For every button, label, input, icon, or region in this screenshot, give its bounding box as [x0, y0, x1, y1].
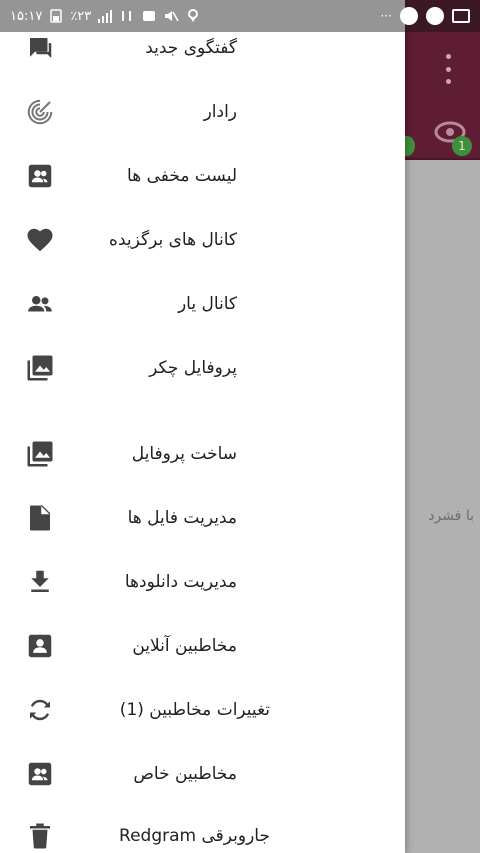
- app-notification-icon: [400, 7, 418, 25]
- status-left: ۱۵:۱۷ ٪۲۳: [10, 9, 201, 24]
- menu-item-profile-checker[interactable]: پروفایل چکر: [0, 336, 405, 400]
- hint-text: با فشرد: [428, 508, 474, 524]
- unread-badge: 1: [452, 136, 472, 156]
- file-icon: [24, 502, 56, 534]
- menu-item-channel-helper[interactable]: کانال یار: [0, 272, 405, 336]
- menu-item-label: تغییرات مخاطبین (1): [119, 700, 270, 720]
- clock: ۱۵:۱۷: [10, 8, 43, 24]
- menu-item-label: مدیریت دانلودها: [124, 572, 237, 592]
- contact-card-icon: [24, 630, 56, 662]
- location-icon: [188, 9, 199, 22]
- menu-item-file-management[interactable]: مدیریت فایل ها: [0, 486, 405, 550]
- battery-level: ٪۲۳: [70, 8, 92, 24]
- signal-icon: [98, 10, 113, 23]
- menu-item-label: گفتگوی جدید: [145, 38, 237, 58]
- menu-item-contact-changes[interactable]: تغییرات مخاطبین (1): [0, 678, 405, 742]
- overflow-menu-icon[interactable]: [440, 54, 456, 84]
- radar-icon: [24, 96, 56, 128]
- menu-item-hidden-list[interactable]: لیست مخفی ها: [0, 144, 405, 208]
- menu-item-label: کانال یار: [177, 294, 237, 314]
- more-notifications-icon: ···: [380, 9, 392, 23]
- battery-icon: [50, 9, 63, 23]
- menu-item-online-contacts[interactable]: مخاطبین آنلاین: [0, 614, 405, 678]
- data-icon: [122, 11, 132, 21]
- menu-item-redgram-cleaner[interactable]: جاروبرقی Redgram: [0, 804, 405, 853]
- contact-box-icon: [24, 160, 56, 192]
- contact-box-icon: [24, 758, 56, 790]
- menu-item-label: کانال های برگزیده: [109, 230, 237, 250]
- trash-icon: [24, 820, 56, 852]
- menu-item-download-management[interactable]: مدیریت دانلودها: [0, 550, 405, 614]
- telegram-notification-icon: [426, 7, 444, 25]
- group-icon: [24, 288, 56, 320]
- menu-item-label: ساخت پروفایل: [131, 444, 237, 464]
- mute-icon: [165, 11, 179, 22]
- sync-icon: [24, 694, 56, 726]
- alarm-icon: [143, 11, 156, 21]
- menu-item-label: مدیریت فایل ها: [127, 508, 237, 528]
- menu-item-label: رادار: [203, 102, 237, 122]
- download-icon: [24, 566, 56, 598]
- photo-library-icon: [24, 438, 56, 470]
- status-bar: ۱۵:۱۷ ٪۲۳ ···: [0, 0, 480, 32]
- menu-item-label: جاروبرقی Redgram: [119, 826, 270, 846]
- menu-item-label: مخاطبین خاص: [133, 764, 237, 784]
- image-notification-icon: [452, 9, 470, 23]
- menu-item-favorite-channels[interactable]: کانال های برگزیده: [0, 208, 405, 272]
- menu-item-label: مخاطبین آنلاین: [132, 636, 237, 656]
- photo-library-icon: [24, 352, 56, 384]
- menu-item-radar[interactable]: رادار: [0, 80, 405, 144]
- status-right: ···: [381, 7, 470, 25]
- heart-icon: [24, 224, 56, 256]
- menu-item-special-contacts[interactable]: مخاطبین خاص: [0, 742, 405, 806]
- tab-indicator: [405, 158, 480, 160]
- menu-item-label: لیست مخفی ها: [127, 166, 237, 186]
- chat-icon: [24, 32, 56, 64]
- menu-item-create-profile[interactable]: ساخت پروفایل: [0, 422, 405, 486]
- navigation-drawer: گفتگوی جدید رادار لیست مخفی ها کانال های…: [0, 0, 405, 853]
- menu-item-label: پروفایل چکر: [149, 358, 237, 378]
